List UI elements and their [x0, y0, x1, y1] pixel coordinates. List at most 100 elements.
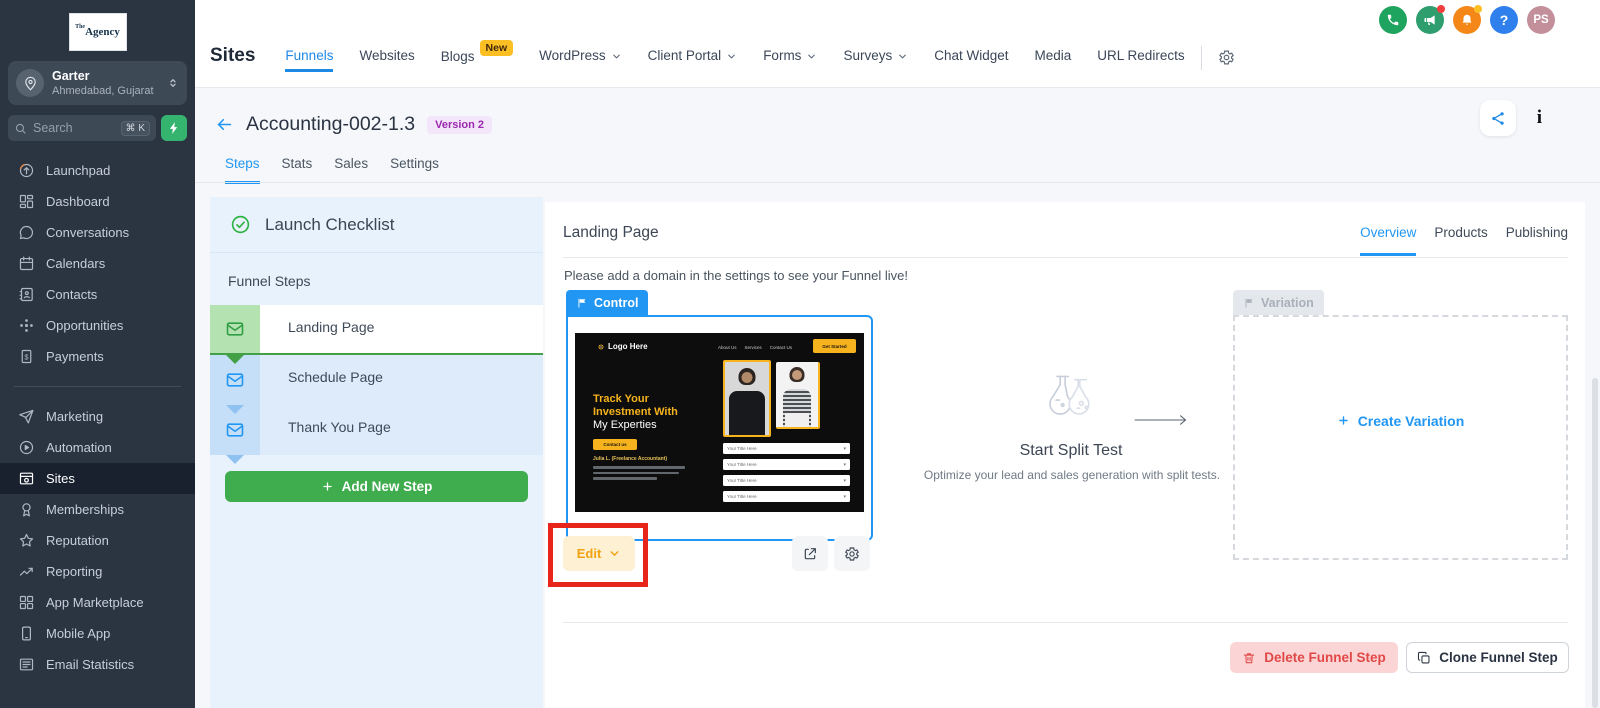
mobile-app-icon	[18, 625, 35, 642]
notifications-bell-icon[interactable]	[1453, 6, 1481, 34]
add-new-step-button[interactable]: Add New Step	[225, 471, 528, 502]
sidebar-item-memberships[interactable]: Memberships	[0, 494, 195, 525]
variation-badge-label: Variation	[1261, 296, 1314, 310]
sidebar-item-label: Calendars	[46, 256, 105, 271]
thumb-contact-button: Contact us	[593, 439, 637, 450]
clone-funnel-step-label: Clone Funnel Step	[1439, 650, 1558, 665]
user-avatar[interactable]: PS	[1527, 6, 1555, 34]
funnel-tab-sales[interactable]: Sales	[334, 155, 368, 184]
sidebar-item-email-statistics[interactable]: Email Statistics	[0, 649, 195, 680]
bolt-icon	[167, 121, 181, 135]
sidebar-item-label: Dashboard	[46, 194, 110, 209]
share-button[interactable]	[1480, 100, 1516, 136]
edit-button-label: Edit	[577, 546, 602, 561]
nav-tab-blogs[interactable]: BlogsNew	[441, 48, 513, 73]
funnel-steps-panel: Launch Checklist Funnel Steps Landing Pa…	[210, 197, 543, 708]
help-icon[interactable]: ?	[1490, 6, 1518, 34]
launch-checklist[interactable]: Launch Checklist	[210, 197, 543, 253]
info-icon[interactable]: i	[1537, 107, 1542, 129]
sidebar-item-mobile-app[interactable]: Mobile App	[0, 618, 195, 649]
nav-tab-media[interactable]: Media	[1035, 48, 1072, 72]
sidebar-item-launchpad[interactable]: Launchpad	[0, 155, 195, 186]
flag-icon	[1243, 297, 1255, 309]
sidebar-item-label: App Marketplace	[46, 595, 144, 610]
sidebar-item-conversations[interactable]: Conversations	[0, 217, 195, 248]
sidebar-item-calendars[interactable]: Calendars	[0, 248, 195, 279]
detail-tab-products[interactable]: Products	[1434, 224, 1487, 256]
nav-tab-chat-widget[interactable]: Chat Widget	[934, 48, 1008, 72]
chevron-down-icon	[608, 547, 621, 560]
step-detail-tabs: Overview Products Publishing	[1360, 224, 1568, 256]
preview-page-button[interactable]	[792, 536, 828, 571]
funnel-tab-stats[interactable]: Stats	[282, 155, 313, 184]
funnel-step-schedule-page[interactable]: Schedule Page	[210, 355, 543, 405]
calendars-icon	[18, 255, 35, 272]
sidebar-item-automation[interactable]: Automation	[0, 432, 195, 463]
sidebar-item-marketing[interactable]: Marketing	[0, 401, 195, 432]
nav-tab-label: Media	[1035, 48, 1072, 63]
nav-tab-forms[interactable]: Forms	[763, 48, 817, 72]
detail-tab-publishing[interactable]: Publishing	[1506, 224, 1568, 256]
nav-tab-client-portal[interactable]: Client Portal	[648, 48, 738, 72]
thumb-form-fields: Your Title Here▾Your Title Here▾Your Tit…	[723, 443, 850, 507]
sidebar-item-dashboard[interactable]: Dashboard	[0, 186, 195, 217]
ai-assistant-button[interactable]	[161, 115, 187, 141]
chevron-down-icon	[726, 51, 737, 62]
sidebar-item-label: Reporting	[46, 564, 102, 579]
sidebar-nav: Launchpad Dashboard Conversations Calendars…	[0, 155, 195, 680]
create-variation-button[interactable]: Create Variation	[1337, 413, 1465, 429]
split-test-title: Start Split Test	[951, 442, 1191, 460]
nav-tab-funnels[interactable]: Funnels	[285, 48, 333, 72]
sites-icon	[18, 470, 35, 487]
sidebar-item-payments[interactable]: $Payments	[0, 341, 195, 372]
sidebar-item-app-marketplace[interactable]: App Marketplace	[0, 587, 195, 618]
sidebar-item-reporting[interactable]: Reporting	[0, 556, 195, 587]
step-label: Landing Page	[260, 305, 543, 353]
split-test-subtitle: Optimize your lead and sales generation …	[902, 468, 1242, 482]
envelope-icon	[225, 370, 245, 390]
sidebar-item-contacts[interactable]: Contacts	[0, 279, 195, 310]
thumb-nav-link: Contact Us	[770, 345, 792, 350]
nav-tab-websites[interactable]: Websites	[359, 48, 414, 72]
sidebar-item-label: Contacts	[46, 287, 97, 302]
funnel-tab-settings[interactable]: Settings	[390, 155, 439, 184]
flasks-icon	[1039, 370, 1101, 422]
sidebar-item-sites[interactable]: Sites	[0, 463, 195, 494]
page-settings-button[interactable]	[834, 536, 870, 571]
thumb-form-field: Your Title Here▾	[723, 475, 850, 486]
sites-settings-gear-icon[interactable]	[1218, 49, 1235, 66]
funnel-tab-steps[interactable]: Steps	[225, 155, 260, 184]
variation-dropzone: Create Variation	[1233, 315, 1568, 560]
search-icon	[14, 122, 27, 135]
scrollbar[interactable]	[1592, 378, 1598, 708]
control-page-preview[interactable]: Logo Here About UsServicesContact Us Get…	[566, 315, 873, 541]
phone-icon[interactable]	[1379, 6, 1407, 34]
step-label: Schedule Page	[260, 355, 543, 405]
thumb-nav-link: About Us	[718, 345, 737, 350]
back-arrow-icon[interactable]	[215, 115, 234, 134]
thumb-logo: Logo Here	[597, 342, 648, 351]
detail-tab-overview[interactable]: Overview	[1360, 224, 1416, 256]
clone-funnel-step-button[interactable]: Clone Funnel Step	[1406, 642, 1569, 673]
nav-tab-wordpress[interactable]: WordPress	[539, 48, 622, 72]
edit-button[interactable]: Edit	[563, 536, 635, 571]
sidebar-item-reputation[interactable]: Reputation	[0, 525, 195, 556]
thumb-cta-button: Get Started	[813, 339, 856, 353]
nav-tab-surveys[interactable]: Surveys	[843, 48, 908, 72]
funnel-step-landing-page[interactable]: Landing Page	[210, 305, 543, 355]
reporting-icon	[18, 563, 35, 580]
landing-page-thumbnail: Logo Here About UsServicesContact Us Get…	[575, 333, 864, 512]
sidebar-search[interactable]: ⌘ K	[8, 115, 156, 141]
funnel-tabs: Steps Stats Sales Settings	[225, 155, 439, 184]
announcements-icon[interactable]	[1416, 6, 1444, 34]
delete-funnel-step-button[interactable]: Delete Funnel Step	[1230, 642, 1398, 673]
location-switcher[interactable]: Garter Ahmedabad, Gujarat	[8, 61, 187, 105]
nav-tab-url-redirects[interactable]: URL Redirects	[1097, 48, 1184, 72]
chevron-updown-icon	[167, 76, 179, 90]
funnel-steps-title: Funnel Steps	[228, 273, 543, 289]
funnel-step-thank-you-page[interactable]: Thank You Page	[210, 405, 543, 455]
sidebar-item-opportunities[interactable]: Opportunities	[0, 310, 195, 341]
sidebar-item-label: Conversations	[46, 225, 129, 240]
domain-notice: Please add a domain in the settings to s…	[564, 268, 908, 283]
search-input[interactable]	[33, 121, 121, 135]
